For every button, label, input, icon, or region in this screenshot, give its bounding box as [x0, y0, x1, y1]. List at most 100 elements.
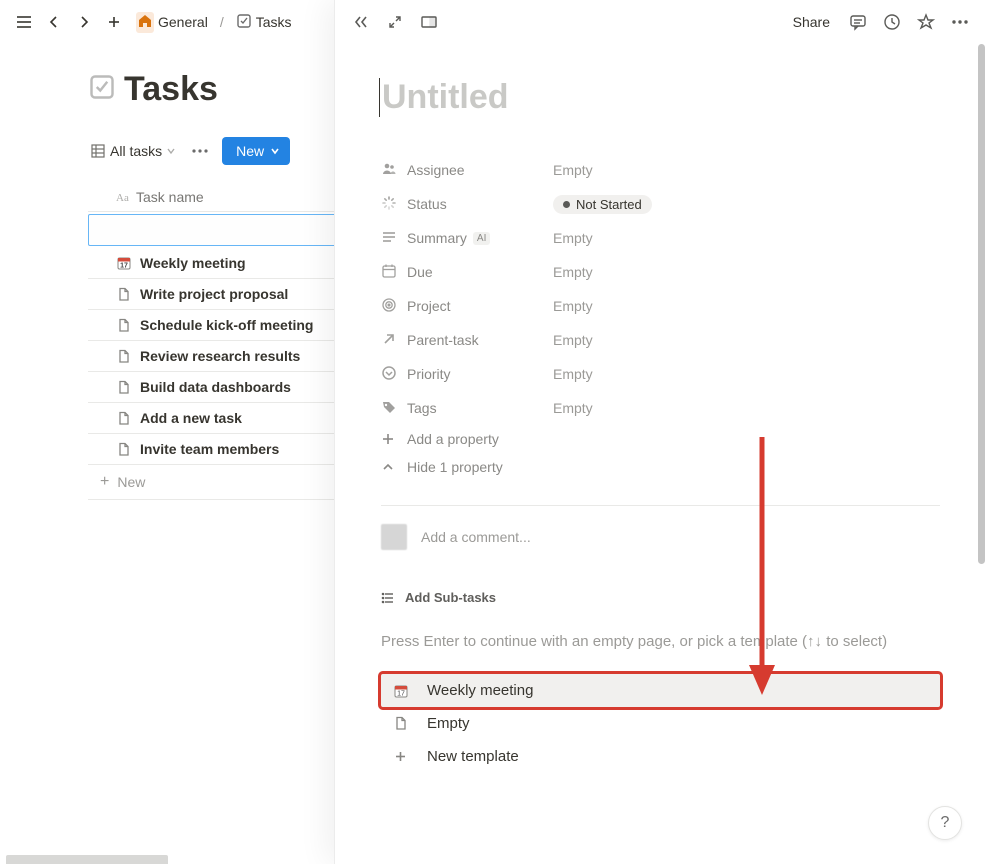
panel-divider — [381, 505, 940, 506]
property-label-project[interactable]: Project — [381, 293, 553, 320]
arrow-ur-icon — [381, 331, 397, 350]
property-row-project: Project Empty — [381, 289, 940, 323]
property-value-summary[interactable]: Empty — [553, 226, 593, 250]
peek-mode-icon[interactable] — [417, 10, 441, 34]
property-row-tags: Tags Empty — [381, 391, 940, 425]
template-label: Weekly meeting — [427, 682, 533, 699]
property-label-summary[interactable]: SummaryAI — [381, 225, 553, 252]
property-row-parent: Parent-task Empty — [381, 323, 940, 357]
panel-scrollbar[interactable] — [976, 44, 986, 864]
add-property-label: Add a property — [407, 431, 499, 447]
property-label-text: Priority — [407, 366, 451, 382]
new-tab-icon[interactable] — [102, 10, 126, 34]
template-option[interactable]: Empty — [381, 707, 940, 740]
updates-icon[interactable] — [880, 10, 904, 34]
checkbox-icon — [236, 13, 252, 32]
breadcrumb-general[interactable]: General — [132, 10, 212, 35]
view-label: All tasks — [110, 143, 162, 159]
plus-icon — [393, 749, 411, 764]
down-chev-icon — [381, 365, 397, 384]
panel-collapse-icon[interactable] — [349, 10, 373, 34]
help-button[interactable]: ? — [928, 806, 962, 840]
panel-title-input[interactable]: Untitled — [379, 78, 940, 117]
task-name: Invite team members — [140, 441, 279, 457]
property-label-parent[interactable]: Parent-task — [381, 327, 553, 354]
property-row-summary: SummaryAIEmpty — [381, 221, 940, 255]
doc-icon — [116, 442, 134, 457]
scrollbar-thumb[interactable] — [978, 44, 985, 564]
property-row-status: Status Not Started — [381, 187, 940, 221]
svg-text:Aa: Aa — [116, 192, 129, 204]
open-full-icon[interactable] — [383, 10, 407, 34]
hide-property-label: Hide 1 property — [407, 459, 503, 475]
property-label-text: Summary — [407, 230, 467, 246]
column-header-label: Task name — [136, 189, 204, 205]
new-button-label: New — [236, 143, 264, 159]
property-value-assignee[interactable]: Empty — [553, 158, 593, 182]
svg-text:17: 17 — [397, 690, 405, 697]
template-option[interactable]: 17 Weekly meeting — [381, 674, 940, 707]
property-label-text: Tags — [407, 400, 437, 416]
add-subtasks-button[interactable]: Add Sub-tasks — [381, 590, 940, 605]
task-name: Add a new task — [140, 410, 242, 426]
add-new-label: New — [117, 474, 145, 490]
people-icon — [381, 161, 397, 180]
property-label-tags[interactable]: Tags — [381, 395, 553, 422]
lines-icon — [381, 229, 397, 248]
property-label-text: Parent-task — [407, 332, 479, 348]
task-name: Weekly meeting — [140, 255, 246, 271]
comment-box[interactable]: Add a comment... — [381, 524, 940, 550]
new-task-button[interactable]: New — [222, 137, 290, 165]
template-option[interactable]: New template — [381, 740, 940, 773]
page-title: Tasks — [124, 70, 218, 109]
breadcrumb-tasks[interactable]: Tasks — [232, 11, 296, 34]
property-label-status[interactable]: Status — [381, 191, 553, 218]
property-value-due[interactable]: Empty — [553, 260, 593, 284]
breadcrumb-sep: / — [218, 14, 226, 30]
window-chrome-bottom — [6, 855, 168, 864]
view-all-tasks[interactable]: All tasks — [88, 139, 178, 163]
property-label-text: Status — [407, 196, 447, 212]
template-label: Empty — [427, 715, 470, 732]
property-label-text: Project — [407, 298, 451, 314]
template-hint: Press Enter to continue with an empty pa… — [381, 633, 940, 650]
property-value-tags[interactable]: Empty — [553, 396, 593, 420]
calendar-badge-icon: 17 — [393, 683, 411, 699]
subtasks-label: Add Sub-tasks — [405, 590, 496, 605]
comments-icon[interactable] — [846, 10, 870, 34]
view-more-icon[interactable] — [186, 145, 214, 157]
property-row-priority: Priority Empty — [381, 357, 940, 391]
side-panel: Share Untitled AssigneeEmptyStatusNot St… — [334, 0, 986, 864]
property-label-text: Due — [407, 264, 433, 280]
breadcrumb-tasks-label: Tasks — [256, 14, 292, 30]
svg-text:17: 17 — [120, 263, 128, 270]
task-name: Review research results — [140, 348, 300, 364]
calendar-icon — [381, 263, 397, 282]
favorite-icon[interactable] — [914, 10, 938, 34]
calendar-badge-icon: 17 — [116, 255, 134, 271]
page-title-icon — [88, 73, 116, 106]
property-label-priority[interactable]: Priority — [381, 361, 553, 388]
nav-back-icon[interactable] — [42, 10, 66, 34]
property-label-assignee[interactable]: Assignee — [381, 157, 553, 184]
property-value-project[interactable]: Empty — [553, 294, 593, 318]
menu-icon[interactable] — [12, 10, 36, 34]
tag-icon — [381, 399, 397, 418]
property-label-due[interactable]: Due — [381, 259, 553, 286]
status-text: Not Started — [576, 197, 642, 212]
doc-icon — [116, 411, 134, 426]
status-pill[interactable]: Not Started — [553, 195, 652, 214]
avatar — [381, 524, 407, 550]
more-icon[interactable] — [948, 10, 972, 34]
target-icon — [381, 297, 397, 316]
doc-icon — [116, 318, 134, 333]
task-name: Build data dashboards — [140, 379, 291, 395]
hide-property-button[interactable]: Hide 1 property — [381, 453, 940, 481]
property-value-priority[interactable]: Empty — [553, 362, 593, 386]
nav-forward-icon[interactable] — [72, 10, 96, 34]
breadcrumb-general-label: General — [158, 14, 208, 30]
share-button[interactable]: Share — [787, 10, 836, 34]
add-property-button[interactable]: Add a property — [381, 425, 940, 453]
property-value-parent[interactable]: Empty — [553, 328, 593, 352]
home-icon — [136, 12, 154, 33]
